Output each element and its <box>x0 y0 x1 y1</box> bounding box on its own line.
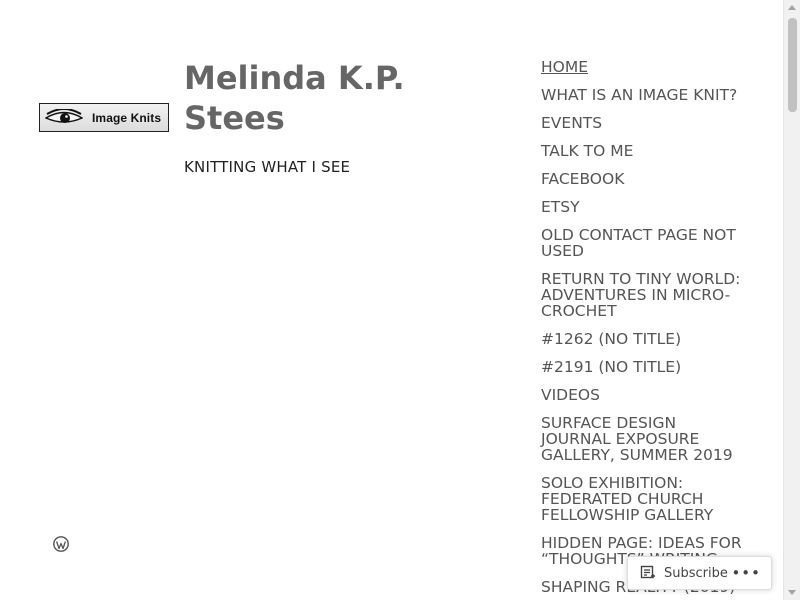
nav-item-etsy[interactable]: ETSY <box>541 199 746 215</box>
logo-text: Image Knits <box>92 110 162 125</box>
eye-icon <box>45 108 83 123</box>
main-navigation: HOME WHAT IS AN IMAGE KNIT? EVENTS TALK … <box>541 59 746 600</box>
reader-subscribe-icon <box>640 565 655 579</box>
subscribe-bar: Subscribe ••• <box>627 556 772 590</box>
nav-item-return-to-tiny-world[interactable]: RETURN TO TINY WORLD: ADVENTURES IN MICR… <box>541 271 746 319</box>
nav-item-2191[interactable]: #2191 (NO TITLE) <box>541 359 746 375</box>
site-logo[interactable]: Image Knits <box>39 103 169 132</box>
subscribe-button[interactable]: Subscribe <box>640 565 728 581</box>
subscribe-label: Subscribe <box>664 565 728 581</box>
scroll-down-arrow-icon[interactable] <box>788 590 796 595</box>
nav-item-videos[interactable]: VIDEOS <box>541 387 746 403</box>
nav-item-1262[interactable]: #1262 (NO TITLE) <box>541 331 746 347</box>
nav-item-home[interactable]: HOME <box>541 59 746 75</box>
site-title[interactable]: Melinda K.P. Stees <box>184 58 484 138</box>
site-tagline: KNITTING WHAT I SEE <box>184 158 351 176</box>
nav-item-old-contact-page[interactable]: OLD CONTACT PAGE NOT USED <box>541 227 746 259</box>
nav-item-solo-exhibition[interactable]: SOLO EXHIBITION: FEDERATED CHURCH FELLOW… <box>541 475 746 523</box>
more-options-button[interactable]: ••• <box>731 564 761 582</box>
scrollbar-thumb[interactable] <box>788 18 797 112</box>
nav-item-talk-to-me[interactable]: TALK TO ME <box>541 143 746 159</box>
wordpress-icon[interactable] <box>53 536 69 552</box>
scroll-up-arrow-icon[interactable] <box>788 5 796 10</box>
nav-item-facebook[interactable]: FACEBOOK <box>541 171 746 187</box>
nav-item-surface-design-journal[interactable]: SURFACE DESIGN JOURNAL EXPOSURE GALLERY,… <box>541 415 746 463</box>
page-scrollbar[interactable] <box>783 0 800 600</box>
nav-item-what-is-an-image-knit[interactable]: WHAT IS AN IMAGE KNIT? <box>541 87 746 103</box>
nav-item-events[interactable]: EVENTS <box>541 115 746 131</box>
